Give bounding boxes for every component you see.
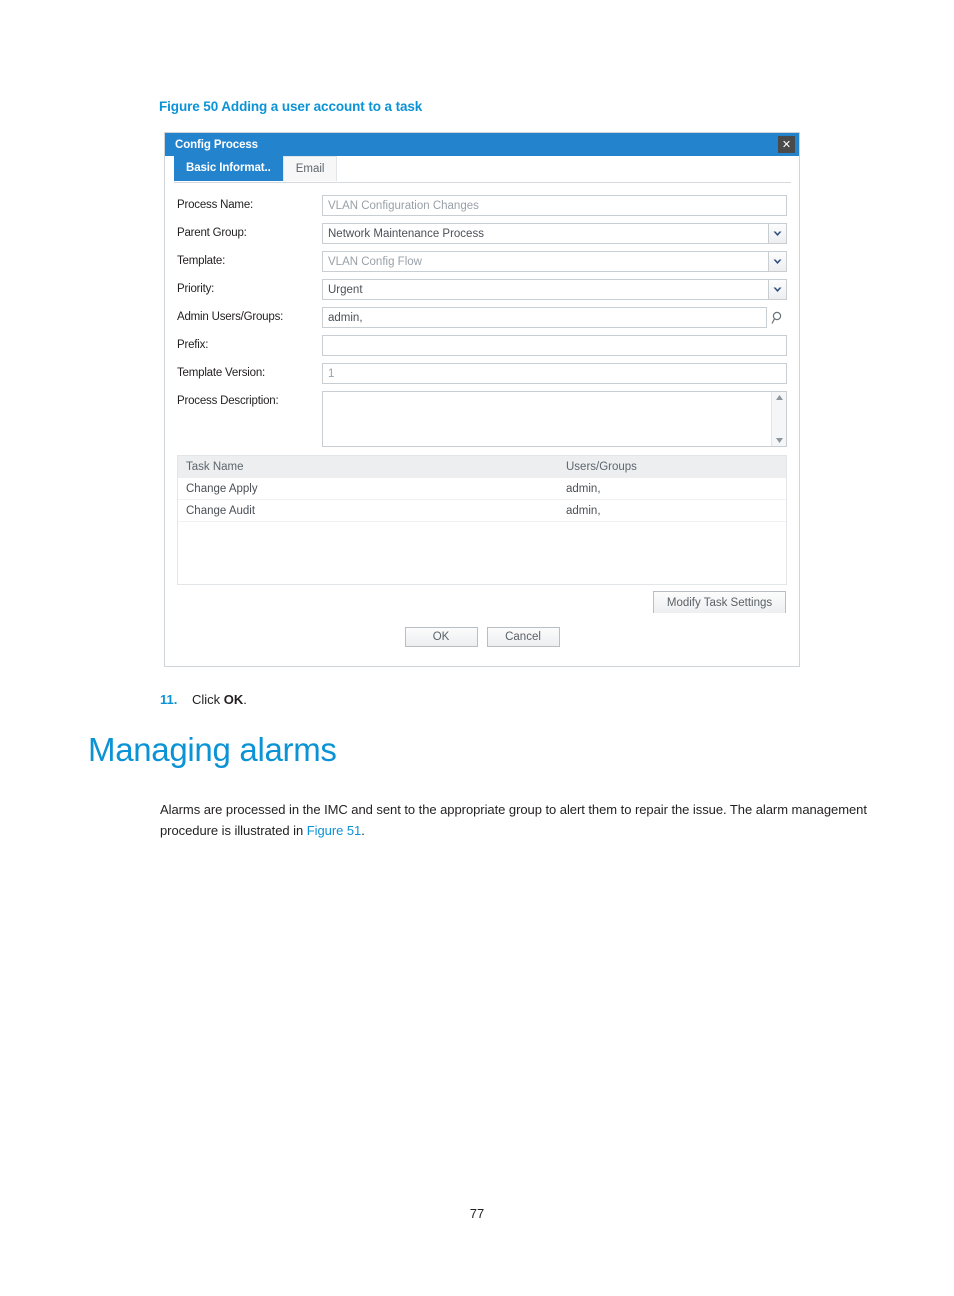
basic-information-form: Process Name: Parent Group: Template: (165, 183, 799, 447)
process-description-wrapper (322, 391, 787, 447)
field-row-process-name: Process Name: (177, 195, 787, 216)
field-row-admin-users-groups: Admin Users/Groups: (177, 307, 787, 328)
config-process-dialog: Config Process ✕ Basic Informat.. Email … (164, 132, 800, 667)
template-value[interactable] (322, 251, 768, 272)
step-text-before: Click (192, 692, 224, 707)
page-title: Managing alarms (88, 731, 337, 768)
label-prefix: Prefix: (177, 339, 209, 351)
column-header-task-name: Task Name (186, 461, 244, 473)
dialog-footer-buttons: OK Cancel (165, 627, 799, 647)
task-table-header: Task Name Users/Groups (178, 456, 786, 478)
template-select[interactable] (322, 251, 787, 272)
field-row-template: Template: (177, 251, 787, 272)
label-template-version: Template Version: (177, 367, 266, 379)
process-description-textarea[interactable] (323, 392, 771, 446)
field-row-process-description: Process Description: (177, 391, 787, 447)
paragraph-text-after: . (361, 823, 365, 838)
label-parent-group: Parent Group: (177, 227, 247, 239)
parent-group-select[interactable] (322, 223, 787, 244)
priority-value[interactable] (322, 279, 768, 300)
chevron-down-icon[interactable] (768, 251, 787, 272)
chevron-down-icon[interactable] (768, 223, 787, 244)
process-description-scrollbar[interactable] (771, 392, 786, 446)
control-priority (322, 279, 787, 300)
figure-51-link[interactable]: Figure 51 (307, 823, 362, 838)
dialog-title: Config Process (175, 138, 258, 151)
tab-basic-information[interactable]: Basic Informat.. (174, 156, 283, 181)
modify-button-area: Modify Task Settings (165, 591, 786, 613)
field-row-parent-group: Parent Group: (177, 223, 787, 244)
table-row[interactable]: Change Apply admin, (178, 478, 786, 500)
priority-select[interactable] (322, 279, 787, 300)
body-paragraph: Alarms are processed in the IMC and sent… (160, 799, 870, 841)
field-row-priority: Priority: (177, 279, 787, 300)
control-parent-group (322, 223, 787, 244)
cancel-button[interactable]: Cancel (486, 627, 560, 647)
column-header-users-groups: Users/Groups (566, 461, 637, 473)
chevron-down-icon[interactable] (768, 279, 787, 300)
admin-users-groups-input[interactable] (322, 307, 767, 328)
label-priority: Priority: (177, 283, 215, 295)
cell-users-groups: admin, (566, 504, 601, 517)
page-number: 77 (469, 1206, 485, 1221)
tab-email[interactable]: Email (282, 156, 338, 181)
step-number: 11. (160, 692, 178, 707)
paragraph-text-before: Alarms are processed in the IMC and sent… (160, 802, 867, 838)
field-row-template-version: Template Version: (177, 363, 787, 384)
control-process-description (322, 391, 787, 447)
control-template (322, 251, 787, 272)
label-process-name: Process Name: (177, 199, 254, 211)
scroll-up-icon (775, 395, 783, 400)
process-name-input[interactable] (322, 195, 787, 216)
tabstrip-filler (337, 156, 799, 181)
figure-caption: Figure 50 Adding a user account to a tas… (159, 99, 423, 114)
label-admin-users-groups: Admin Users/Groups: (177, 311, 284, 323)
cell-task-name: Change Audit (186, 504, 256, 517)
step-bold-text: OK (223, 692, 244, 707)
dialog-titlebar: Config Process ✕ (165, 133, 799, 156)
table-row[interactable]: Change Audit admin, (178, 500, 786, 522)
control-admin-users-groups (322, 307, 787, 328)
parent-group-value[interactable] (322, 223, 768, 244)
modify-task-settings-button[interactable]: Modify Task Settings (653, 591, 786, 613)
close-icon[interactable]: ✕ (778, 136, 795, 153)
label-template: Template: (177, 255, 226, 267)
ok-button[interactable]: OK (404, 627, 478, 647)
scroll-down-icon (775, 438, 783, 443)
control-template-version (322, 363, 787, 384)
control-prefix (322, 335, 787, 356)
step-text-after: . (243, 692, 247, 707)
field-row-prefix: Prefix: (177, 335, 787, 356)
search-icon[interactable] (767, 307, 787, 328)
prefix-input[interactable] (322, 335, 787, 356)
label-process-description: Process Description: (177, 395, 279, 407)
task-table: Task Name Users/Groups Change Apply admi… (177, 455, 787, 585)
control-process-name (322, 195, 787, 216)
cell-task-name: Change Apply (186, 482, 258, 495)
template-version-input[interactable] (322, 363, 787, 384)
cell-users-groups: admin, (566, 482, 601, 495)
step-item: 11. Click OK. (160, 692, 247, 707)
dialog-tabstrip: Basic Informat.. Email (165, 156, 799, 183)
